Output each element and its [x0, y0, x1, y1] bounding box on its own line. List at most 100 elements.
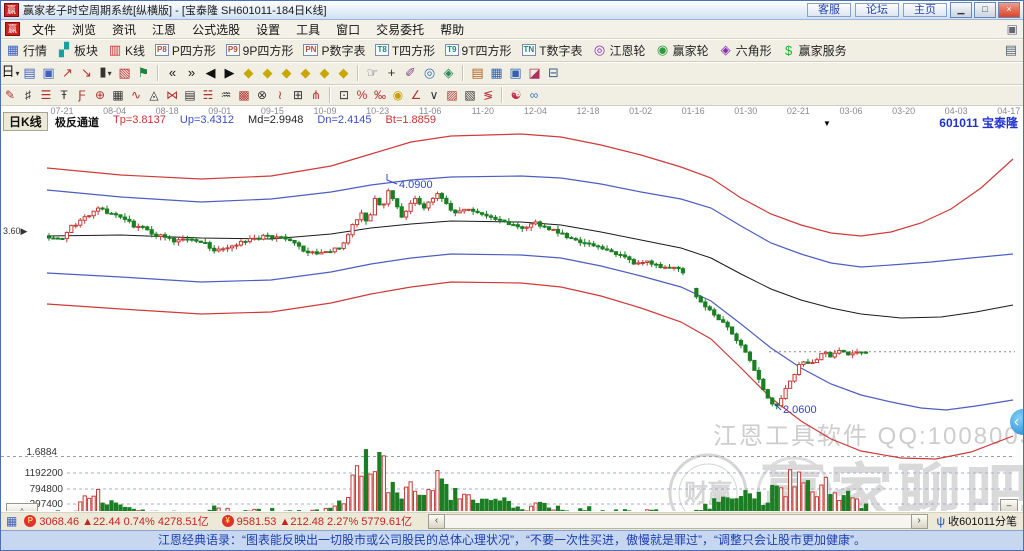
draw-tool-icon[interactable]: ▤: [181, 86, 199, 104]
zoom-diamond-2-icon[interactable]: ◆: [258, 63, 277, 83]
candle-style-dropdown[interactable]: ▮▾: [96, 62, 115, 84]
pattern-tool-icon[interactable]: ◈: [439, 63, 458, 83]
titlebar-button-1[interactable]: 论坛: [855, 2, 899, 17]
skip-start-icon[interactable]: «: [163, 63, 182, 83]
zoom-diamond-4-icon[interactable]: ◆: [296, 63, 315, 83]
draw-tool-icon[interactable]: Ŧ: [55, 86, 73, 104]
toolbar-item-行情[interactable]: ▦ 行情: [1, 42, 52, 59]
toolbar-item-赢家轮[interactable]: ◉ 赢家轮: [651, 42, 714, 59]
draw-tool-icon[interactable]: ⋔: [307, 86, 325, 104]
draw-tool-icon[interactable]: ☯: [507, 86, 525, 104]
period-tab[interactable]: 日K线: [3, 112, 48, 131]
hand-tool-icon[interactable]: ☞: [363, 63, 382, 83]
menu-item[interactable]: 交易委托: [368, 21, 432, 38]
toolbar-item-9T四方形[interactable]: T9 9T四方形: [440, 42, 516, 59]
toolbar-item-板块[interactable]: ▞ 板块: [52, 42, 103, 59]
crosshair-tool-icon[interactable]: +: [382, 63, 401, 83]
market-table-icon[interactable]: ▦: [6, 514, 17, 528]
draw-tool-icon[interactable]: ≀: [271, 86, 289, 104]
draw-tool-icon[interactable]: ‰: [371, 86, 389, 104]
next-bar-icon[interactable]: ▶: [220, 63, 239, 83]
P四方形-icon: P8: [155, 44, 169, 56]
titlebar-button-0[interactable]: 客服: [807, 2, 851, 17]
notes-icon[interactable]: ▣: [506, 63, 525, 83]
draw-tool-icon[interactable]: ∨: [425, 86, 443, 104]
save-icon[interactable]: ◪: [525, 63, 544, 83]
toolbar-item-六角形[interactable]: ◈ 六角形: [714, 42, 777, 59]
toolbar-item-赢家服务[interactable]: $ 赢家服务: [777, 42, 852, 59]
draw-tool-icon[interactable]: %: [353, 86, 371, 104]
calendar-icon[interactable]: ▤: [468, 63, 487, 83]
menu-right-icon[interactable]: ▣: [1007, 22, 1018, 36]
draw-tool-icon[interactable]: ✎: [1, 86, 19, 104]
calculator-icon[interactable]: ▦: [487, 63, 506, 83]
menu-item[interactable]: 文件: [24, 21, 64, 38]
draw-tool-icon[interactable]: ▨: [443, 86, 461, 104]
zoom-diamond-5-icon[interactable]: ◆: [315, 63, 334, 83]
menu-item[interactable]: 窗口: [328, 21, 368, 38]
volume-collapse-button[interactable]: –: [1000, 499, 1018, 511]
draw-tool-icon[interactable]: ▦: [109, 86, 127, 104]
annotate-tool-icon[interactable]: ✐: [401, 63, 420, 83]
period-day-dropdown[interactable]: 日▾: [1, 62, 20, 84]
menu-item[interactable]: 公式选股: [184, 21, 248, 38]
draw-tool-icon[interactable]: ∞: [525, 86, 543, 104]
menu-item[interactable]: 设置: [248, 21, 288, 38]
menu-item[interactable]: 浏览: [64, 21, 104, 38]
toolbar-item-江恩轮[interactable]: ◎ 江恩轮: [588, 42, 651, 59]
draw-tool-icon[interactable]: ⊕: [91, 86, 109, 104]
menu-item[interactable]: 江恩: [144, 21, 184, 38]
maximize-button[interactable]: □: [974, 2, 996, 18]
trend-up-icon[interactable]: ↗: [58, 63, 77, 83]
draw-tool-icon[interactable]: ▩: [235, 86, 253, 104]
toolbar-item-K线[interactable]: ▥ K线: [103, 42, 150, 59]
draw-tool-icon[interactable]: ⊗: [253, 86, 271, 104]
toolbar-item-T四方形[interactable]: T8 T四方形: [370, 42, 440, 59]
toolbar-item-P数字表[interactable]: PN P数字表: [298, 42, 370, 59]
prev-bar-icon[interactable]: ◀: [201, 63, 220, 83]
draw-tool-icon[interactable]: ☰: [37, 86, 55, 104]
data-transfer-icon[interactable]: ⊟: [544, 63, 563, 83]
trend-down-icon[interactable]: ↘: [77, 63, 96, 83]
draw-tool-icon[interactable]: ▧: [461, 86, 479, 104]
menu-item[interactable]: 工具: [288, 21, 328, 38]
zoom-diamond-6-icon[interactable]: ◆: [334, 63, 353, 83]
menu-item[interactable]: 帮助: [432, 21, 472, 38]
horizontal-scrollbar[interactable]: ‹ ›: [428, 513, 928, 529]
skip-end-icon[interactable]: »: [182, 63, 201, 83]
draw-tool-icon[interactable]: ◬: [145, 86, 163, 104]
close-button[interactable]: ×: [998, 2, 1020, 18]
draw-tool-icon[interactable]: ⊡: [335, 86, 353, 104]
scroll-left-button[interactable]: ‹: [428, 513, 446, 529]
menu-item[interactable]: 资讯: [104, 21, 144, 38]
draw-tool-icon[interactable]: ♒: [217, 86, 235, 104]
measure-tool-icon[interactable]: ◎: [420, 63, 439, 83]
toolbar-item-P四方形[interactable]: P8 P四方形: [150, 42, 221, 59]
toolbar-item-T数字表[interactable]: TN T数字表: [517, 42, 588, 59]
zoom-diamond-3-icon[interactable]: ◆: [277, 63, 296, 83]
draw-tool-icon[interactable]: ⋈: [163, 86, 181, 104]
draw-tool-icon[interactable]: ≶: [479, 86, 497, 104]
draw-tool-icon[interactable]: ∠: [407, 86, 425, 104]
window-layout-icon[interactable]: ▤: [20, 63, 39, 83]
draw-tool-icon[interactable]: ◉: [389, 86, 407, 104]
flag-icon[interactable]: ⚑: [134, 63, 153, 83]
volume-expand-button[interactable]: △: [6, 503, 38, 511]
draw-tool-icon[interactable]: ☵: [199, 86, 217, 104]
zoom-diamond-1-icon[interactable]: ◆: [239, 63, 258, 83]
toolbar-right-icon[interactable]: ▤: [1005, 42, 1017, 58]
draw-tool-icon[interactable]: ⊞: [289, 86, 307, 104]
draw-tool-icon[interactable]: ♯: [19, 86, 37, 104]
draw-tool-icon[interactable]: ∿: [127, 86, 145, 104]
kline-chart[interactable]: 江恩工具软件 QQ:100800360财赢赢家聊吧119220079480039…: [1, 106, 1023, 511]
toolbar-item-9P四方形[interactable]: P9 9P四方形: [221, 42, 298, 59]
board-icon[interactable]: ▣: [39, 63, 58, 83]
overlay-icon[interactable]: ▧: [115, 63, 134, 83]
scroll-track[interactable]: [445, 513, 911, 529]
toolbar-label: 行情: [23, 43, 48, 58]
titlebar-button-2[interactable]: 主页: [903, 2, 947, 17]
draw-tool-icon[interactable]: Ƒ: [73, 86, 91, 104]
scroll-right-button[interactable]: ›: [910, 513, 928, 529]
toolbar-label: P数字表: [321, 43, 366, 58]
minimize-button[interactable]: ▁: [950, 2, 972, 18]
